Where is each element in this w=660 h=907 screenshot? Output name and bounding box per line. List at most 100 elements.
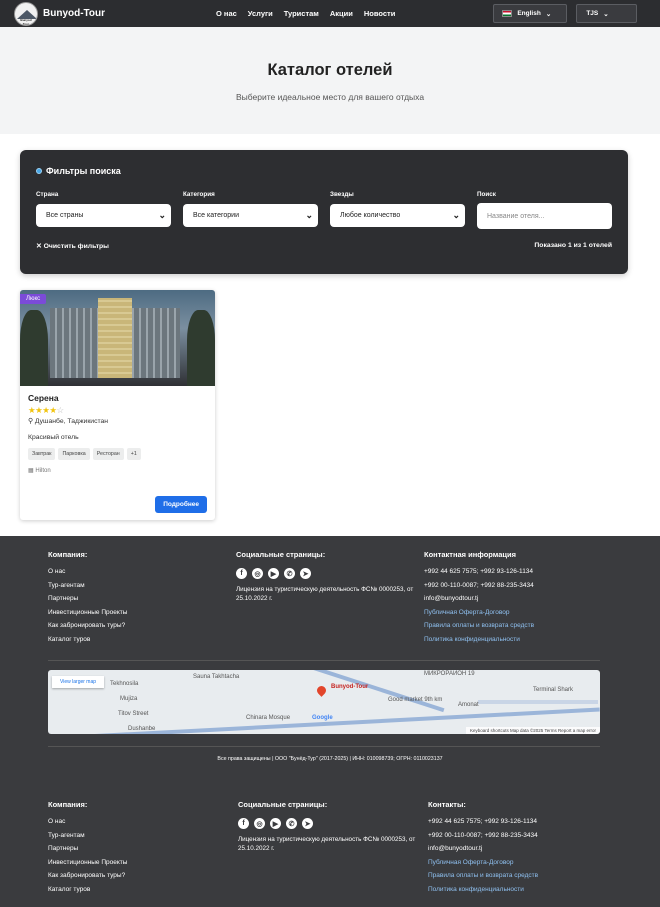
nav-item-services[interactable]: Услуги [248, 9, 273, 18]
footer-link[interactable]: Партнеры [48, 595, 236, 602]
payment-rules-link[interactable]: Правила оплаты и возврата средств [428, 872, 618, 879]
youtube-icon[interactable]: ▶ [268, 568, 279, 579]
top-navbar: Bunyod Tour Bunyod-Tour О нас Услуги Тур… [0, 0, 660, 27]
amenity-tag: Парковка [58, 448, 90, 460]
whatsapp-icon[interactable]: ✆ [286, 818, 297, 829]
results-count: Показано 1 из 1 отелей [534, 242, 612, 249]
nav-item-tourists[interactable]: Туристам [284, 9, 319, 18]
hotel-photo: Люкс [20, 290, 215, 386]
brand-name: Bunyod-Tour [43, 8, 106, 19]
chevron-down-icon: ⌄ [158, 210, 166, 220]
footer-contacts: Контактная информация +992 44 625 7575; … [424, 550, 612, 649]
hotel-brand: ▦ Hilton [28, 468, 51, 474]
nav-item-news[interactable]: Новости [364, 9, 395, 18]
footer-link[interactable]: Как забронировать туры? [48, 622, 236, 629]
telegram-icon[interactable]: ➤ [302, 818, 313, 829]
search-input[interactable]: Название отеля... [477, 203, 612, 229]
payment-rules-link[interactable]: Правила оплаты и возврата средств [424, 622, 612, 629]
hotel-description: Красивый отель [28, 434, 79, 441]
footer: Компания: О нас Тур-агентам Партнеры Инв… [0, 536, 660, 907]
amenity-tag: +1 [126, 448, 141, 460]
footer-link[interactable]: Инвестиционные Проекты [48, 609, 236, 616]
page-subtitle: Выберите идеальное место для вашего отды… [235, 92, 425, 102]
license-text: Лицензия на туристическую деятельность Ф… [238, 836, 416, 853]
currency-select[interactable]: TJS ⌄ [576, 4, 638, 23]
chevron-down-icon: ⌄ [305, 210, 313, 220]
footer-link[interactable]: Тур-агентам [48, 582, 236, 589]
stars-label: Звезды [330, 191, 354, 198]
footer-social-2: Социальные страницы: f ◎ ▶ ✆ ➤ Лицензия … [238, 800, 428, 899]
country-label: Страна [36, 191, 59, 198]
footer-company-2: Компания: О нас Тур-агентам Партнеры Инв… [48, 800, 238, 899]
star-empty-icon: ☆ [56, 405, 65, 415]
amenity-tag: Ресторан [92, 448, 124, 460]
nav-item-about[interactable]: О нас [216, 9, 237, 18]
view-larger-map-link[interactable]: View larger map [52, 676, 105, 688]
footer-link[interactable]: О нас [48, 568, 236, 575]
privacy-link[interactable]: Политика конфиденциальности [428, 886, 618, 893]
logo-icon: Bunyod Tour [14, 1, 38, 26]
license-text: Лицензия на туристическую деятельность Ф… [236, 586, 414, 603]
offer-link[interactable]: Публичная Оферта-Договор [428, 859, 618, 866]
instagram-icon[interactable]: ◎ [254, 818, 265, 829]
privacy-link[interactable]: Политика конфиденциальности [424, 636, 612, 643]
phone-numbers[interactable]: +992 44 625 7575; +992 93-126-1134 [424, 568, 612, 575]
footer-link[interactable]: Тур-агентам [48, 832, 238, 839]
email-link[interactable]: info@bunyodtour.tj [428, 845, 618, 852]
instagram-icon[interactable]: ◎ [252, 568, 263, 579]
footer-contacts-2: Контакты: +992 44 625 7575; +992 93-126-… [428, 800, 618, 899]
chevron-down-icon: ⌄ [452, 210, 460, 220]
hero-section: Каталог отелей Выберите идеальное место … [0, 27, 660, 134]
footer-social: Социальные страницы: f ◎ ▶ ✆ ➤ Лицензия … [236, 550, 424, 649]
filters-title: Фильтры поиска [36, 166, 612, 176]
nav-item-promos[interactable]: Акции [330, 9, 353, 18]
chevron-down-icon: ⌄ [545, 10, 552, 18]
footer-link[interactable]: Партнеры [48, 845, 238, 852]
main-nav: О нас Услуги Туристам Акции Новости [216, 9, 406, 18]
phone-numbers[interactable]: +992 00-110-0087; +992 88-235-3434 [424, 582, 612, 589]
whatsapp-icon[interactable]: ✆ [284, 568, 295, 579]
telegram-icon[interactable]: ➤ [300, 568, 311, 579]
building-icon: ▦ [28, 468, 34, 474]
category-label: Категория [183, 191, 215, 198]
chevron-down-icon: ⌄ [603, 10, 609, 18]
footer-link[interactable]: О нас [48, 818, 238, 825]
footer-link[interactable]: Каталог туров [48, 886, 238, 893]
youtube-icon[interactable]: ▶ [270, 818, 281, 829]
footer-company: Компания: О нас Тур-агентам Партнеры Инв… [48, 550, 236, 649]
footer-link[interactable]: Как забронировать туры? [48, 872, 238, 879]
footer-link[interactable]: Каталог туров [48, 636, 236, 643]
category-select[interactable]: Все категории ⌄ [183, 204, 318, 227]
phone-numbers[interactable]: +992 00-110-0087; +992 88-235-3434 [428, 832, 618, 839]
facebook-icon[interactable]: f [238, 818, 249, 829]
amenity-tag: Завтрак [28, 448, 56, 460]
amenity-tags: Завтрак Парковка Ресторан +1 [28, 448, 207, 460]
offer-link[interactable]: Публичная Оферта-Договор [424, 609, 612, 616]
map-pin-icon[interactable] [315, 684, 328, 697]
details-button[interactable]: Подробнее [155, 496, 207, 513]
search-filters-panel: Фильтры поиска Страна Все страны ⌄ Катего… [20, 150, 628, 274]
page-title: Каталог отелей [267, 61, 393, 79]
language-select[interactable]: English ⌄ [493, 4, 568, 23]
hotel-name: Серена [28, 393, 59, 403]
country-select[interactable]: Все страны ⌄ [36, 204, 171, 227]
map-pin-icon: ⚲ [28, 418, 33, 425]
star-icon: ★ [49, 405, 57, 415]
search-icon [36, 168, 42, 174]
email-link[interactable]: info@bunyodtour.tj [424, 595, 612, 602]
flag-icon [502, 10, 513, 17]
star-rating: ★★★★☆ [28, 405, 207, 416]
hotel-card[interactable]: Люкс Серена ★★★★☆ ⚲ Душанбе, Таджикистан… [20, 290, 215, 520]
copyright: Все права защищены | ООО "Бунёд-Тур" (20… [217, 756, 443, 762]
search-label: Поиск [477, 191, 496, 198]
clear-filters-button[interactable]: ✕ Очистить фильтры [36, 242, 109, 250]
facebook-icon[interactable]: f [236, 568, 247, 579]
footer-link[interactable]: Инвестиционные Проекты [48, 859, 238, 866]
stars-select[interactable]: Любое количество ⌄ [330, 204, 465, 227]
location-map[interactable]: Sauna Takhtacha Tekhnosila Mujiza Dushan… [48, 670, 600, 734]
category-badge: Люкс [20, 294, 47, 304]
phone-numbers[interactable]: +992 44 625 7575; +992 93-126-1134 [428, 818, 618, 825]
hotel-location: ⚲ Душанбе, Таджикистан [28, 418, 109, 425]
logo[interactable]: Bunyod Tour Bunyod-Tour [14, 1, 196, 26]
map-attribution[interactable]: Keyboard shortcuts Map data ©2025 Terms … [465, 727, 600, 734]
